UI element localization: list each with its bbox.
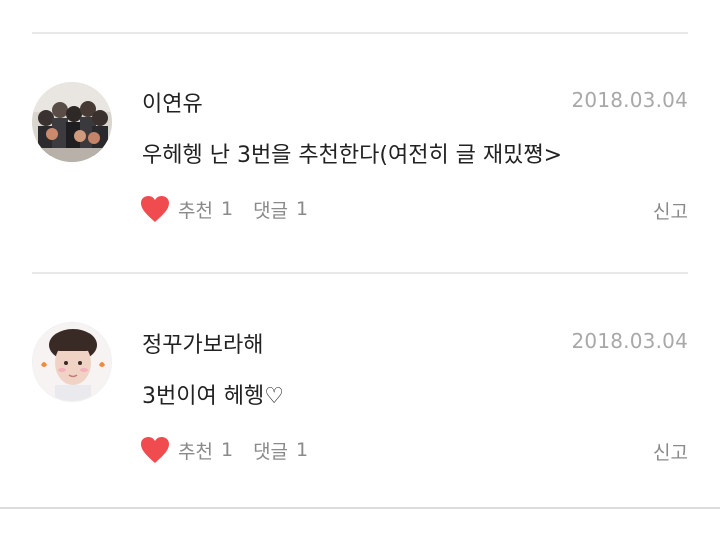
comment-actions: 추천 1 댓글 1 [140,195,308,223]
comment-divider [32,272,688,274]
recommend-count: 1 [220,439,234,461]
comment-text: 3번이여 헤헹♡ [142,384,284,409]
recommend-label[interactable]: 추천 [178,196,213,223]
recommend-count: 1 [220,198,234,220]
comment-date: 2018.03.04 [571,329,688,353]
portrait-avatar-icon [33,323,111,401]
recommend-label[interactable]: 추천 [178,437,213,464]
top-divider [32,32,688,34]
heart-icon[interactable] [140,195,170,223]
heart-icon[interactable] [140,436,170,464]
comment-text: 우헤헹 난 3번을 추천한다(여전히 글 재밌쪙> [142,143,563,168]
comment-actions: 추천 1 댓글 1 [140,436,308,464]
reply-label[interactable]: 댓글 [253,196,288,223]
avatar[interactable] [32,82,112,162]
comment-date: 2018.03.04 [571,88,688,112]
group-photo-avatar-icon [32,82,112,162]
reply-count: 1 [296,439,309,461]
author-name[interactable]: 정꾸가보라해 [142,327,263,359]
reply-label[interactable]: 댓글 [253,437,288,464]
avatar[interactable] [32,322,112,402]
report-button[interactable]: 신고 [653,438,688,465]
bottom-divider [0,507,720,509]
author-name[interactable]: 이연유 [142,86,203,118]
report-button[interactable]: 신고 [653,197,688,224]
reply-count: 1 [296,198,309,220]
